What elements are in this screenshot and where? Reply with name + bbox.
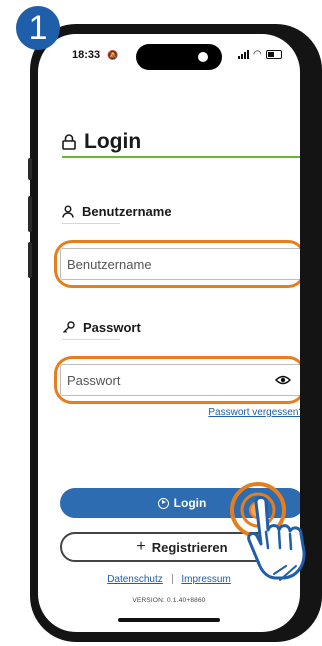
signal-icon	[238, 50, 249, 59]
password-label-underline	[62, 339, 120, 340]
user-icon	[62, 205, 74, 218]
register-button-label: Registrieren	[151, 539, 228, 555]
step-number-badge: 1	[16, 6, 60, 50]
username-label-text: Benutzername	[82, 204, 172, 219]
dynamic-island	[136, 44, 222, 70]
plus-icon: +	[136, 538, 146, 555]
bell-muted-icon: 🔕	[107, 50, 119, 60]
version-text: VERSION: 0.1.40+8860	[132, 597, 206, 604]
page-title-text: Login	[84, 130, 142, 153]
forgot-password-link[interactable]: Passwort vergessen?	[208, 407, 300, 418]
phone-volume-up-button	[28, 196, 32, 232]
status-bar: 18:33 🔕 ◠	[38, 34, 300, 80]
key-icon	[63, 321, 75, 333]
password-label: Passwort	[62, 320, 141, 335]
home-indicator	[118, 618, 220, 622]
phone-side-button	[28, 158, 32, 180]
page-title: Login	[62, 130, 141, 154]
phone-volume-down-button	[28, 242, 32, 278]
play-circle-icon	[157, 497, 169, 509]
username-input[interactable]	[61, 249, 263, 279]
password-label-text: Passwort	[83, 320, 141, 335]
login-button-label: Login	[173, 496, 207, 510]
battery-icon	[265, 50, 282, 59]
lock-icon	[62, 134, 76, 150]
privacy-link[interactable]: Datenschutz	[107, 574, 163, 585]
eye-icon[interactable]	[275, 374, 291, 386]
status-icons: ◠	[238, 49, 282, 60]
tap-hand-icon	[247, 496, 306, 581]
footer-separator	[171, 574, 173, 585]
username-field[interactable]	[60, 248, 300, 280]
username-label: Benutzername	[62, 204, 172, 219]
status-time: 18:33	[72, 49, 101, 61]
password-input[interactable]	[61, 365, 263, 395]
wifi-icon: ◠	[253, 49, 262, 60]
imprint-link[interactable]: Impressum	[181, 574, 230, 585]
title-divider	[62, 156, 300, 158]
password-field[interactable]	[60, 364, 300, 396]
username-label-underline	[62, 223, 120, 224]
